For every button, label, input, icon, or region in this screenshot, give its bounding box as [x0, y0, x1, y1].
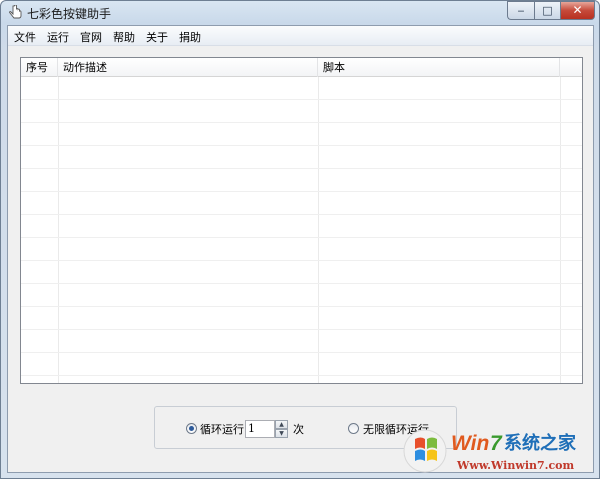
table-row	[21, 330, 582, 353]
menu-bar: 文件 运行 官网 帮助 关于 捐助	[8, 26, 593, 46]
column-header-action[interactable]: 动作描述	[58, 58, 318, 77]
menu-help[interactable]: 帮助	[113, 29, 135, 45]
maximize-button[interactable]: □	[534, 1, 560, 20]
app-window: 七彩色按键助手 ‒ □ ✕ 文件 运行 官网 帮助 关于 捐助 序号 动作描述 …	[0, 0, 600, 479]
table-row	[21, 192, 582, 215]
menu-donate[interactable]: 捐助	[179, 29, 201, 45]
svg-text:7: 7	[490, 432, 503, 455]
column-header-script[interactable]: 脚本	[318, 58, 560, 77]
table-row	[21, 123, 582, 146]
spin-up-button[interactable]: ▲	[275, 420, 288, 429]
table-row	[21, 100, 582, 123]
table-row	[21, 215, 582, 238]
title-bar[interactable]: 七彩色按键助手 ‒ □ ✕	[1, 1, 599, 25]
loop-count-unit: 次	[293, 423, 304, 436]
menu-website[interactable]: 官网	[80, 29, 102, 45]
watermark-logo: Win 7 系统之家 Www.Winwin7.com	[403, 429, 577, 473]
radio-selected-dot	[189, 426, 194, 431]
minimize-button[interactable]: ‒	[507, 1, 534, 20]
loop-radio[interactable]	[186, 423, 197, 434]
hand-cursor-icon	[9, 5, 22, 19]
svg-text:Win: Win	[451, 432, 489, 455]
table-row	[21, 77, 582, 100]
close-button[interactable]: ✕	[560, 1, 595, 20]
table-row	[21, 284, 582, 307]
table-row	[21, 353, 582, 376]
infinite-loop-radio[interactable]	[348, 423, 359, 434]
column-header-filler	[560, 58, 582, 77]
menu-run[interactable]: 运行	[47, 29, 69, 45]
table-row	[21, 146, 582, 169]
loop-count-input[interactable]: 1	[245, 420, 275, 438]
spin-down-button[interactable]: ▼	[275, 429, 288, 438]
window-title: 七彩色按键助手	[27, 7, 112, 21]
menu-file[interactable]: 文件	[14, 29, 36, 45]
loop-label[interactable]: 循环运行	[200, 421, 244, 437]
svg-text:Www.Winwin7.com: Www.Winwin7.com	[456, 459, 575, 472]
action-list[interactable]: 序号 动作描述 脚本	[20, 57, 583, 384]
menu-about[interactable]: 关于	[146, 29, 168, 45]
table-row	[21, 261, 582, 284]
client-area: 文件 运行 官网 帮助 关于 捐助 序号 动作描述 脚本 循环运行 1 ▲ ▼ …	[7, 25, 594, 473]
list-header: 序号 动作描述 脚本	[21, 58, 582, 77]
table-row	[21, 169, 582, 192]
table-row	[21, 238, 582, 261]
svg-text:系统之家: 系统之家	[504, 432, 577, 454]
table-row	[21, 307, 582, 330]
column-header-index[interactable]: 序号	[21, 58, 58, 77]
